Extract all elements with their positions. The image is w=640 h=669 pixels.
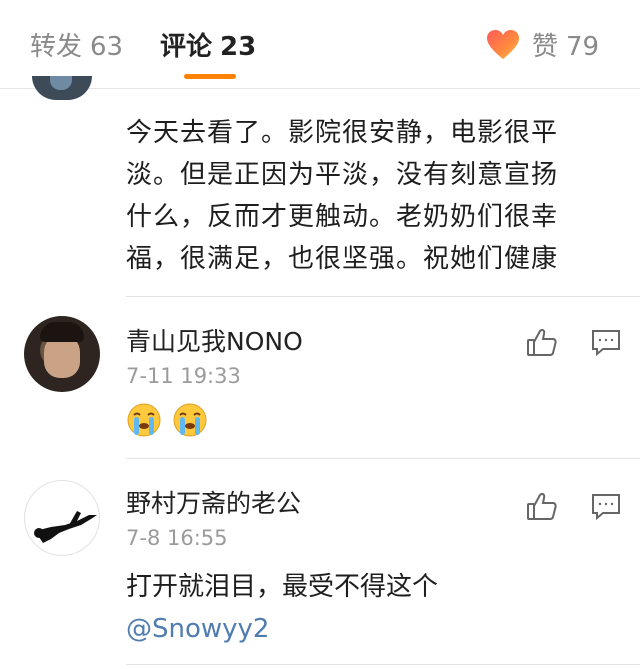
tab-reposts-label: 转发: [30, 32, 83, 62]
heart-icon: [486, 29, 520, 61]
timestamp: 7-8 16:55: [126, 526, 228, 550]
thumbs-up-icon[interactable]: [526, 490, 558, 522]
avatar[interactable]: [24, 480, 100, 556]
user-mention-link[interactable]: @Snowyy2: [126, 608, 616, 650]
divider: [126, 296, 640, 297]
comment-icon[interactable]: [590, 326, 622, 358]
tab-comments-count: 23: [220, 32, 257, 62]
tab-comments-label: 评论: [160, 32, 213, 62]
divider: [126, 664, 640, 665]
comment-text-line: 今天去看了。影院很安静，电影很平: [126, 118, 559, 148]
comment-text-line: 什么，反而才更触动。老奶奶们很幸: [126, 202, 559, 232]
comment-text: 今天去看了。影院很安静，电影很平 淡。但是正因为平淡，没有刻意宣扬 什么，反而才…: [126, 112, 616, 280]
comment-text-line: 打开就泪目，最受不得这个: [126, 572, 439, 602]
divider: [126, 458, 640, 459]
avatar-hair: [40, 322, 84, 342]
thumbs-up-icon[interactable]: [526, 326, 558, 358]
diving-figure-icon: [34, 511, 97, 543]
tab-likes-label: 赞: [532, 32, 559, 62]
tab-bar: 转发 63 评论 23 赞 79: [0, 0, 640, 89]
tab-likes[interactable]: 赞 79: [486, 26, 599, 63]
comment-text-line: 淡。但是正因为平淡，没有刻意宣扬: [126, 160, 559, 190]
crying-face-icon: [126, 402, 162, 438]
avatar[interactable]: [24, 316, 100, 392]
avatar[interactable]: [32, 76, 92, 100]
tab-reposts-count: 63: [90, 32, 124, 62]
comment-text-line: 福，很满足，也很坚强。祝她们健康: [126, 244, 559, 274]
timestamp: 7-11 19:33: [126, 364, 241, 388]
crying-face-icon: [172, 402, 208, 438]
comment-icon[interactable]: [590, 490, 622, 522]
tab-likes-count: 79: [566, 32, 600, 62]
comment-text: 打开就泪目，最受不得这个 @Snowyy2: [126, 566, 616, 650]
username[interactable]: 野村万斋的老公: [126, 484, 301, 520]
tab-comments[interactable]: 评论 23: [160, 26, 256, 63]
active-tab-indicator: [184, 74, 236, 79]
tab-reposts[interactable]: 转发 63: [30, 26, 123, 63]
username[interactable]: 青山见我NONO: [126, 322, 303, 358]
